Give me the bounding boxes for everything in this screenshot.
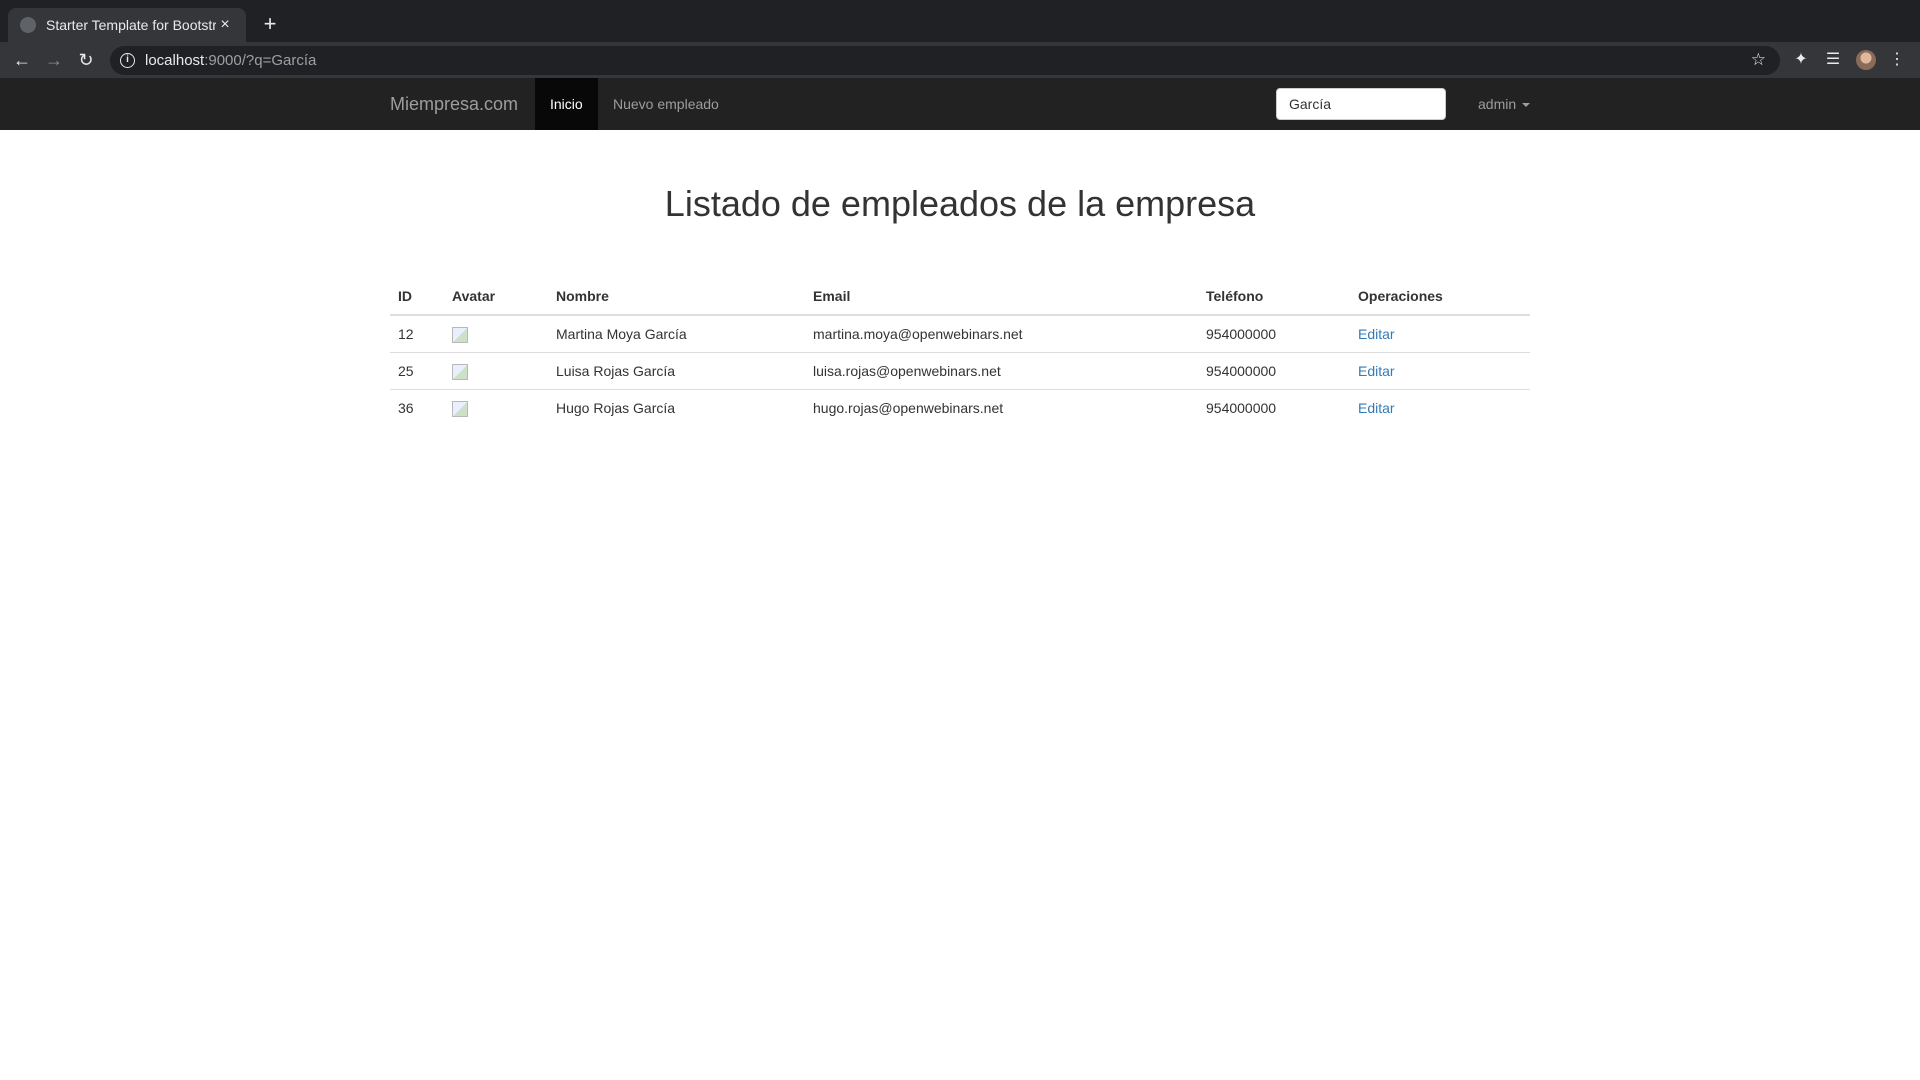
column-header-name: Nombre (548, 278, 805, 316)
star-icon[interactable]: ☆ (1751, 50, 1766, 70)
cell-email: luisa.rojas@openwebinars.net (805, 351, 1198, 389)
nav-link-nuevo-empleado[interactable]: Nuevo empleado (598, 78, 734, 130)
cell-avatar (444, 315, 548, 352)
extensions-icon[interactable]: ✦ (1790, 49, 1812, 71)
address-bar[interactable]: i localhost :9000/?q=García ☆ (110, 46, 1780, 75)
media-control-icon[interactable]: ☰ (1822, 49, 1844, 71)
info-icon[interactable]: i (120, 53, 135, 68)
navbar: Miempresa.com Inicio Nuevo empleado (0, 78, 1920, 130)
cell-name: Martina Moya García (556, 325, 687, 342)
column-header-email: Email (805, 278, 1198, 316)
profile-avatar[interactable] (1856, 50, 1876, 70)
edit-link[interactable]: Editar (1358, 400, 1395, 416)
column-header-avatar: Avatar (444, 278, 548, 316)
cell-email: martina.moya@openwebinars.net (813, 325, 1023, 342)
cell-avatar (444, 351, 548, 389)
url-host: localhost (145, 52, 205, 69)
nav-link-inicio[interactable]: Inicio (535, 78, 598, 130)
table-row: 12 Martina Moya García martina.moya@open… (390, 315, 1530, 352)
caret-down-icon (1522, 103, 1531, 108)
back-arrow-icon[interactable]: ← (11, 49, 33, 71)
more-menu-icon[interactable]: ⋮ (1886, 49, 1908, 71)
table-row: 25 Luisa Rojas García luisa.rojas@openwe… (390, 351, 1530, 389)
cell-name: Hugo Rojas García (548, 388, 805, 426)
page-title: Listado de empleados de la empresa (664, 183, 1256, 224)
forward-arrow-icon[interactable]: → (43, 49, 65, 71)
cell-id: 25 (390, 351, 444, 389)
tab-title: Starter Template for Bootstrap (46, 17, 216, 33)
cell-operations: Editar (1350, 351, 1530, 389)
url-path: :9000/?q=García (204, 52, 317, 69)
avatar-image (452, 364, 468, 380)
employees-table: ID Avatar Nombre Email Teléfono Operacio… (390, 278, 1530, 426)
cell-avatar (444, 388, 548, 426)
cell-phone: 954000000 (1206, 325, 1277, 342)
reload-icon[interactable]: ↻ (75, 49, 97, 71)
new-tab-button[interactable]: + (258, 10, 282, 38)
cell-id: 36 (390, 388, 444, 426)
cell-id: 12 (398, 325, 414, 342)
close-icon[interactable]: × (216, 16, 234, 34)
cell-phone: 954000000 (1198, 351, 1350, 389)
avatar-image (452, 327, 468, 344)
search-input[interactable] (1276, 88, 1446, 120)
browser-toolbar: ← → ↻ i localhost :9000/?q=García ☆ ✦ ☰ … (0, 42, 1920, 78)
globe-icon (20, 17, 36, 33)
column-header-operations: Operaciones (1350, 278, 1530, 316)
cell-operations: Editar (1350, 388, 1530, 426)
avatar-image (452, 401, 468, 418)
user-name: admin (1478, 96, 1517, 112)
cell-email: hugo.rojas@openwebinars.net (805, 388, 1198, 426)
edit-link[interactable]: Editar (1358, 326, 1395, 342)
column-header-id: ID (390, 278, 444, 316)
column-header-phone: Teléfono (1198, 278, 1350, 316)
cell-name: Luisa Rojas García (548, 351, 805, 389)
brand-link[interactable]: Miempresa.com (390, 78, 518, 130)
cell-phone: 954000000 (1198, 388, 1350, 426)
user-menu[interactable]: admin (1478, 78, 1531, 130)
cell-operations: Editar (1350, 315, 1530, 352)
edit-link[interactable]: Editar (1358, 363, 1395, 379)
table-header-row: ID Avatar Nombre Email Teléfono Operacio… (390, 278, 1530, 316)
table-row: 36 Hugo Rojas García hugo.rojas@openwebi… (390, 388, 1530, 426)
browser-tab[interactable]: Starter Template for Bootstrap × (8, 8, 246, 42)
browser-tab-strip: Starter Template for Bootstrap × + (0, 0, 1920, 42)
